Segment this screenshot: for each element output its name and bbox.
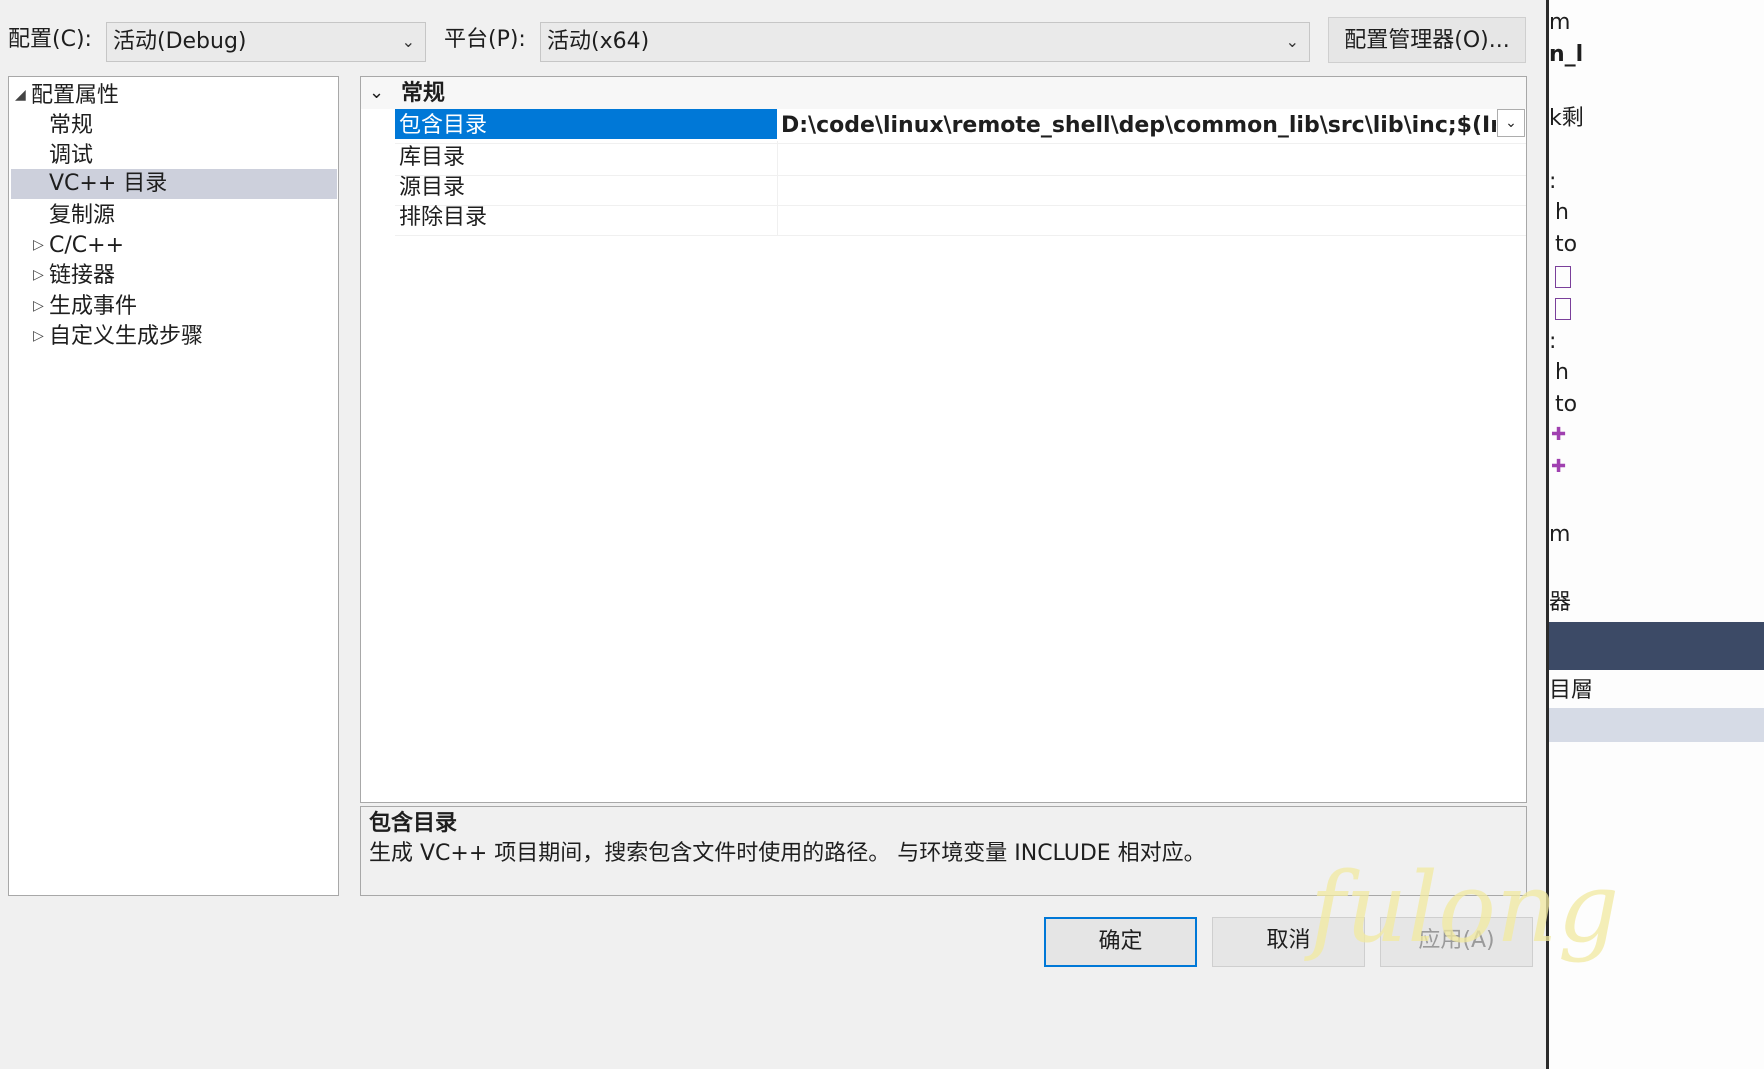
plus-icon: ✚ <box>1551 424 1567 445</box>
column-divider <box>777 201 778 235</box>
config-dropdown-value: 活动(Debug) <box>113 29 247 54</box>
chevron-down-icon: ⌄ <box>401 32 415 51</box>
tree-item-label: 复制源 <box>49 203 116 228</box>
bg-fragment: n_l <box>1549 42 1584 67</box>
bg-fragment: : <box>1549 329 1557 354</box>
expand-triangle-icon[interactable]: ▷ <box>33 267 44 283</box>
category-header[interactable]: ⌄ 常规 <box>361 77 1526 109</box>
tree-item-label: 链接器 <box>49 263 116 288</box>
grid-row-name: 库目录 <box>399 145 466 170</box>
config-label: 配置(C): <box>8 27 92 52</box>
chevron-down-icon[interactable]: ⌄ <box>369 79 384 107</box>
watermark: fulong <box>1310 852 1620 964</box>
bg-fragment: 器 <box>1549 590 1572 615</box>
tree-item-linker[interactable]: 链接器 <box>49 259 115 293</box>
grid-row-value[interactable]: D:\code\linux\remote_shell\dep\common_li… <box>781 109 1496 143</box>
dark-band <box>1549 622 1764 670</box>
bg-fragment: m <box>1549 10 1571 35</box>
tree-item-label: C/C++ <box>49 233 125 258</box>
expand-triangle-icon[interactable]: ▷ <box>33 298 44 314</box>
grid-row-exclude-dirs[interactable]: 排除目录 <box>395 201 1526 236</box>
tree-item-label: 生成事件 <box>49 294 138 319</box>
bg-fragment: k剩 <box>1549 106 1584 131</box>
tree-item-copy-source[interactable]: 复制源 <box>49 199 338 233</box>
tree-item-custom-build-step[interactable]: 自定义生成步骤 <box>49 320 203 354</box>
ok-button[interactable]: 确定 <box>1044 917 1197 967</box>
grid-row-name: 包含目录 <box>399 113 488 138</box>
file-icon <box>1555 298 1571 320</box>
grid-row-name: 排除目录 <box>399 205 488 230</box>
tree-item-label: VC++ 目录 <box>49 171 168 196</box>
tree-item-label: 常规 <box>49 113 94 138</box>
grid-row-name: 源目录 <box>399 175 466 200</box>
bg-fragment: 目層 <box>1549 678 1594 703</box>
file-icon <box>1555 266 1571 288</box>
bg-fragment: h <box>1555 360 1569 385</box>
tree-root-label[interactable]: 配置属性 <box>31 79 119 113</box>
tree-item-vc-directories[interactable]: VC++ 目录 <box>11 169 337 199</box>
collapse-triangle-icon[interactable]: ◢ <box>15 87 26 103</box>
property-tree: ◢ 配置属性 常规 调试 VC++ 目录 复制源 ▷ C/C++ ▷ 链接器 ▷… <box>8 76 339 896</box>
tree-item-label: 自定义生成步骤 <box>49 324 204 349</box>
chevron-down-icon: ⌄ <box>1285 32 1299 51</box>
plus-icon: ✚ <box>1551 456 1567 477</box>
platform-dropdown[interactable]: 活动(x64) ⌄ <box>540 22 1310 62</box>
tree-item-label: 调试 <box>49 143 94 168</box>
chevron-down-icon: ⌄ <box>1505 115 1517 131</box>
column-divider <box>777 141 778 175</box>
bg-fragment: to <box>1555 392 1578 417</box>
category-label: 常规 <box>401 81 446 106</box>
config-manager-button[interactable]: 配置管理器(O)... <box>1328 17 1526 63</box>
expand-triangle-icon[interactable]: ▷ <box>33 237 44 253</box>
tree-item-debugging[interactable]: 调试 <box>49 139 338 173</box>
expand-triangle-icon[interactable]: ▷ <box>33 328 44 344</box>
tree-item-build-events[interactable]: 生成事件 <box>49 290 137 324</box>
grid-row-include-dirs[interactable]: 包含目录 D:\code\linux\remote_shell\dep\comm… <box>395 109 1526 144</box>
tree-item-general[interactable]: 常规 <box>49 109 338 143</box>
platform-dropdown-value: 活动(x64) <box>547 29 650 54</box>
config-dropdown[interactable]: 活动(Debug) ⌄ <box>106 22 426 62</box>
platform-label: 平台(P): <box>444 27 526 52</box>
description-text: 生成 VC++ 项目期间，搜索包含文件时使用的路径。 与环境变量 INCLUDE… <box>369 841 1206 866</box>
property-grid: ⌄ 常规 包含目录 D:\code\linux\remote_shell\dep… <box>360 76 1527 803</box>
value-dropdown-button[interactable]: ⌄ <box>1497 109 1525 137</box>
light-band <box>1549 708 1764 742</box>
column-divider <box>777 171 778 205</box>
bg-fragment: to <box>1555 232 1578 257</box>
bg-fragment: h <box>1555 200 1569 225</box>
bg-fragment: : <box>1549 169 1557 194</box>
bg-fragment: m <box>1549 522 1571 547</box>
tree-item-cpp[interactable]: C/C++ <box>49 229 124 263</box>
description-title: 包含目录 <box>369 811 458 836</box>
